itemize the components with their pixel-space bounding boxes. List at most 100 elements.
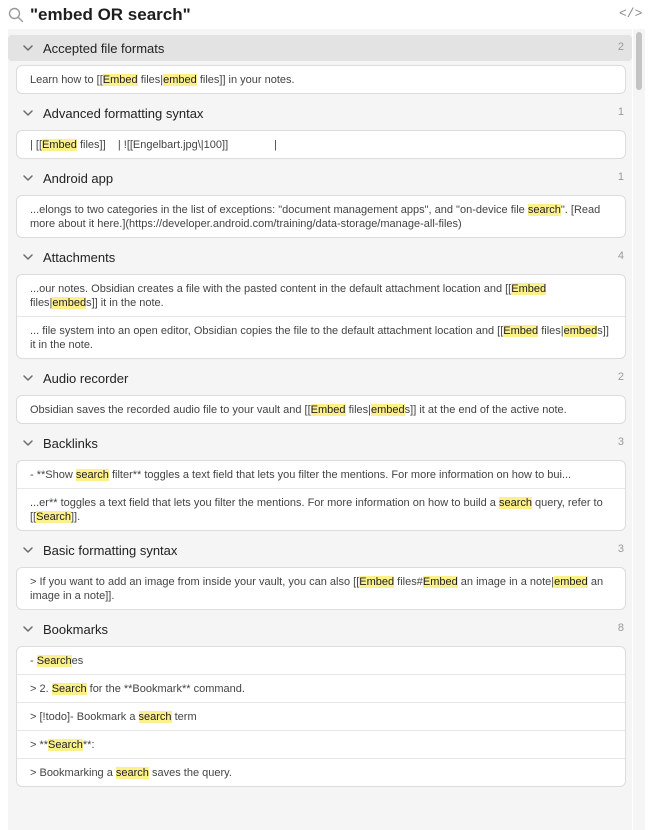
match-text: ...er** toggles a text field that lets y… (30, 497, 499, 509)
scrollbar[interactable] (633, 29, 645, 830)
match-text: files| (137, 74, 164, 86)
match-text: - **Show (30, 469, 76, 481)
result-group-title: Bookmarks (43, 621, 109, 637)
match-list: - Searches > 2. Search for the **Bookmark… (16, 646, 626, 787)
match-text: | [[ (30, 139, 43, 151)
result-group: Advanced formatting syntax 1 | [[Embed fil… (8, 100, 632, 159)
match-highlight: search (138, 711, 172, 723)
match-text: files]] | ![[Engelbart.jpg\|100]] | (76, 139, 277, 151)
match-text: s]] it at the end of the active note. (404, 404, 567, 416)
result-count: 2 (617, 371, 624, 383)
result-group-title: Android app (43, 170, 114, 186)
match-highlight: Embed (42, 139, 77, 151)
result-group-header[interactable]: Audio recorder 2 (8, 365, 632, 391)
match-text: files| (345, 404, 372, 416)
match-list: | [[Embed files]] | ![[Engelbart.jpg\|10… (16, 130, 626, 159)
chevron-down-icon[interactable] (19, 169, 37, 187)
result-group-title: Attachments (43, 249, 116, 265)
match-highlight: embed (52, 297, 87, 309)
match-text: Learn how to [[ (30, 74, 103, 86)
match-text: filter** toggles a text field that lets … (108, 469, 572, 481)
result-count: 3 (617, 436, 624, 448)
result-count: 1 (617, 171, 624, 183)
match-text: term (171, 711, 197, 723)
match-text: - (30, 655, 37, 667)
match-highlight: embed (371, 404, 405, 416)
match-text: > [!todo]- Bookmark a (30, 711, 139, 723)
match-highlight: search (498, 497, 532, 509)
result-group-header[interactable]: Attachments 4 (8, 244, 632, 270)
result-count: 1 (617, 106, 624, 118)
match-highlight: Search (51, 683, 87, 695)
chevron-down-icon[interactable] (19, 620, 37, 638)
result-group-header[interactable]: Bookmarks 8 (8, 616, 632, 642)
chevron-down-icon[interactable] (19, 369, 37, 387)
match-highlight: Search (36, 655, 72, 667)
search-match[interactable]: ... file system into an open editor, Obs… (17, 316, 625, 358)
result-group-header[interactable]: Basic formatting syntax 3 (8, 537, 632, 563)
match-text: files# (394, 576, 423, 588)
chevron-down-icon[interactable] (19, 541, 37, 559)
search-match[interactable]: | [[Embed files]] | ![[Engelbart.jpg\|10… (17, 131, 625, 158)
chevron-down-icon[interactable] (19, 248, 37, 266)
result-group-title: Accepted file formats (43, 40, 165, 56)
match-list: ...elongs to two categories in the list … (16, 195, 626, 238)
match-text: **: (82, 739, 95, 751)
result-group-header[interactable]: Android app 1 (8, 165, 632, 191)
search-match[interactable]: > 2. Search for the **Bookmark** command… (17, 674, 625, 702)
search-match[interactable]: - Searches (17, 647, 625, 674)
search-match[interactable]: ...er** toggles a text field that lets y… (17, 488, 625, 530)
match-text: > ** (30, 739, 49, 751)
match-text: > 2. (30, 683, 52, 695)
search-match[interactable]: > Bookmarking a search saves the query. (17, 758, 625, 786)
match-text: ]]. (70, 511, 81, 523)
search-match[interactable]: ...elongs to two categories in the list … (17, 196, 625, 237)
match-highlight: search (527, 204, 561, 216)
result-group-header[interactable]: Backlinks 3 (8, 430, 632, 456)
match-highlight: embed (563, 325, 598, 337)
chevron-down-icon[interactable] (19, 39, 37, 57)
result-group: Audio recorder 2 Obsidian saves the record… (8, 365, 632, 424)
search-match[interactable]: > **Search**: (17, 730, 625, 758)
match-text: saves the query. (148, 767, 232, 779)
match-list: Learn how to [[Embed files|embed files]]… (16, 65, 626, 94)
result-group-title: Audio recorder (43, 370, 129, 386)
result-group-header[interactable]: Advanced formatting syntax 1 (8, 100, 632, 126)
search-match[interactable]: > [!todo]- Bookmark a search term (17, 702, 625, 730)
match-text: files| (30, 297, 53, 309)
result-count: 2 (617, 41, 624, 53)
result-group: Android app 1 ...elongs to two categories … (8, 165, 632, 238)
match-list: ...our notes. Obsidian creates a file wi… (16, 274, 626, 359)
match-text: > If you want to add an image from insid… (30, 576, 360, 588)
scrollbar-thumb[interactable] (636, 32, 642, 90)
code-icon[interactable]: </> (619, 6, 642, 21)
result-group: Accepted file formats 2 Learn how to [[Emb… (8, 35, 632, 94)
match-text: an image in a note| (457, 576, 555, 588)
result-count: 8 (617, 622, 624, 634)
search-icon (8, 7, 24, 23)
match-text: es (71, 655, 84, 667)
result-group-title: Basic formatting syntax (43, 542, 178, 558)
search-match[interactable]: - **Show search filter** toggles a text … (17, 461, 625, 488)
match-highlight: Embed (310, 404, 346, 416)
match-highlight: Search (36, 511, 71, 523)
match-list: - **Show search filter** toggles a text … (16, 460, 626, 531)
search-results[interactable]: Accepted file formats 2 Learn how to [[Emb… (8, 29, 632, 830)
chevron-down-icon[interactable] (19, 104, 37, 122)
search-match[interactable]: Learn how to [[Embed files|embed files]]… (17, 66, 625, 93)
match-text: for the **Bookmark** command. (86, 683, 245, 695)
search-match[interactable]: ...our notes. Obsidian creates a file wi… (17, 275, 625, 316)
result-group-header[interactable]: Accepted file formats 2 (8, 35, 632, 61)
match-text: Obsidian saves the recorded audio file t… (30, 404, 311, 416)
search-match[interactable]: > If you want to add an image from insid… (17, 568, 625, 609)
match-highlight: Embed (511, 283, 547, 295)
match-highlight: embed (554, 576, 588, 588)
result-count: 3 (617, 543, 624, 555)
search-input[interactable] (30, 4, 590, 26)
match-text: files| (538, 325, 564, 337)
result-group-title: Backlinks (43, 435, 98, 451)
match-text: > Bookmarking a (30, 767, 116, 779)
chevron-down-icon[interactable] (19, 434, 37, 452)
match-highlight: Embed (422, 576, 458, 588)
search-match[interactable]: Obsidian saves the recorded audio file t… (17, 396, 625, 423)
